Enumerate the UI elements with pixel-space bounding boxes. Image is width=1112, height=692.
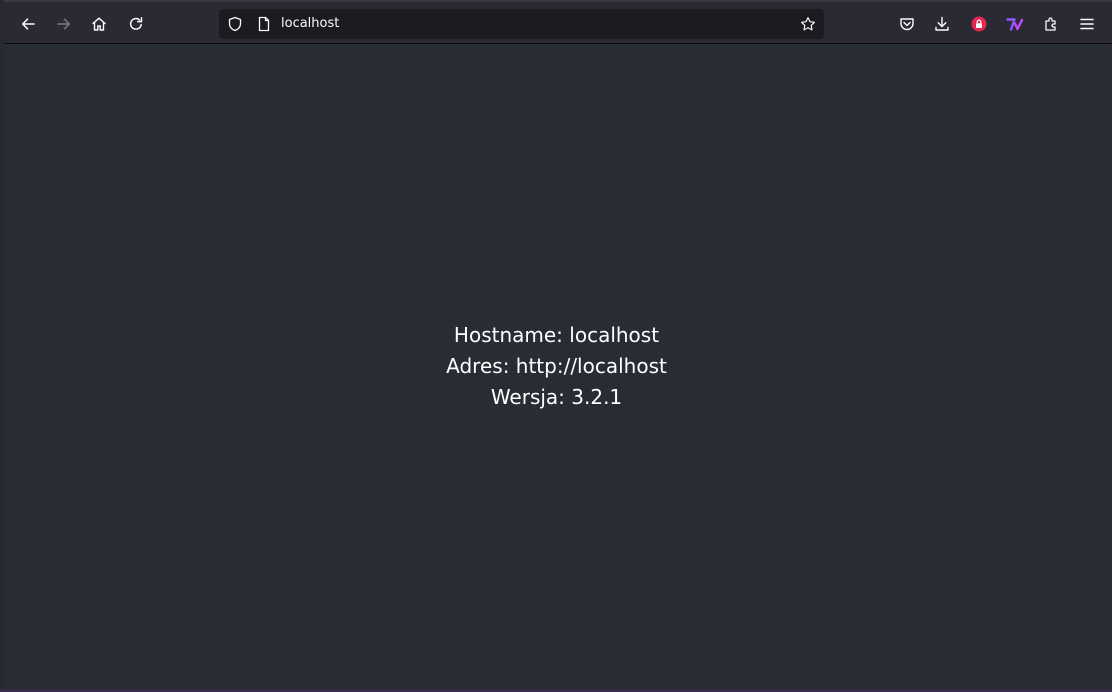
version-line: Wersja: 3.2.1 (490, 385, 623, 409)
navigation-toolbar (4, 0, 1112, 44)
forward-button[interactable] (50, 10, 78, 38)
forward-arrow-icon (57, 18, 71, 30)
reload-button[interactable] (122, 10, 150, 38)
hamburger-menu-icon (1080, 18, 1094, 30)
download-icon (935, 16, 949, 31)
pocket-icon (900, 18, 914, 31)
red-extension-button[interactable] (965, 10, 993, 38)
back-arrow-icon (21, 18, 35, 30)
downloads-button[interactable] (928, 10, 956, 38)
reload-icon (129, 17, 143, 30)
back-button[interactable] (14, 10, 42, 38)
pocket-button[interactable] (893, 10, 921, 38)
home-button[interactable] (85, 10, 113, 38)
purple-extension-icon (1006, 18, 1024, 31)
menu-button[interactable] (1073, 10, 1101, 38)
home-icon (92, 17, 106, 31)
purple-extension-button[interactable] (1001, 10, 1029, 38)
browser-window: Hostname: localhost Adres: http://localh… (0, 0, 1112, 692)
page-content: Hostname: localhost Adres: http://localh… (4, 44, 1109, 689)
star-icon[interactable] (800, 16, 816, 32)
shield-icon[interactable] (227, 16, 243, 32)
address-line: Adres: http://localhost (446, 354, 667, 378)
puzzle-icon (1045, 17, 1056, 31)
address-bar[interactable] (219, 9, 824, 39)
hostname-line: Hostname: localhost (453, 323, 660, 347)
url-input[interactable] (281, 16, 781, 32)
red-lock-extension-icon (971, 16, 987, 32)
extensions-button[interactable] (1037, 10, 1065, 38)
page-icon[interactable] (256, 16, 272, 32)
